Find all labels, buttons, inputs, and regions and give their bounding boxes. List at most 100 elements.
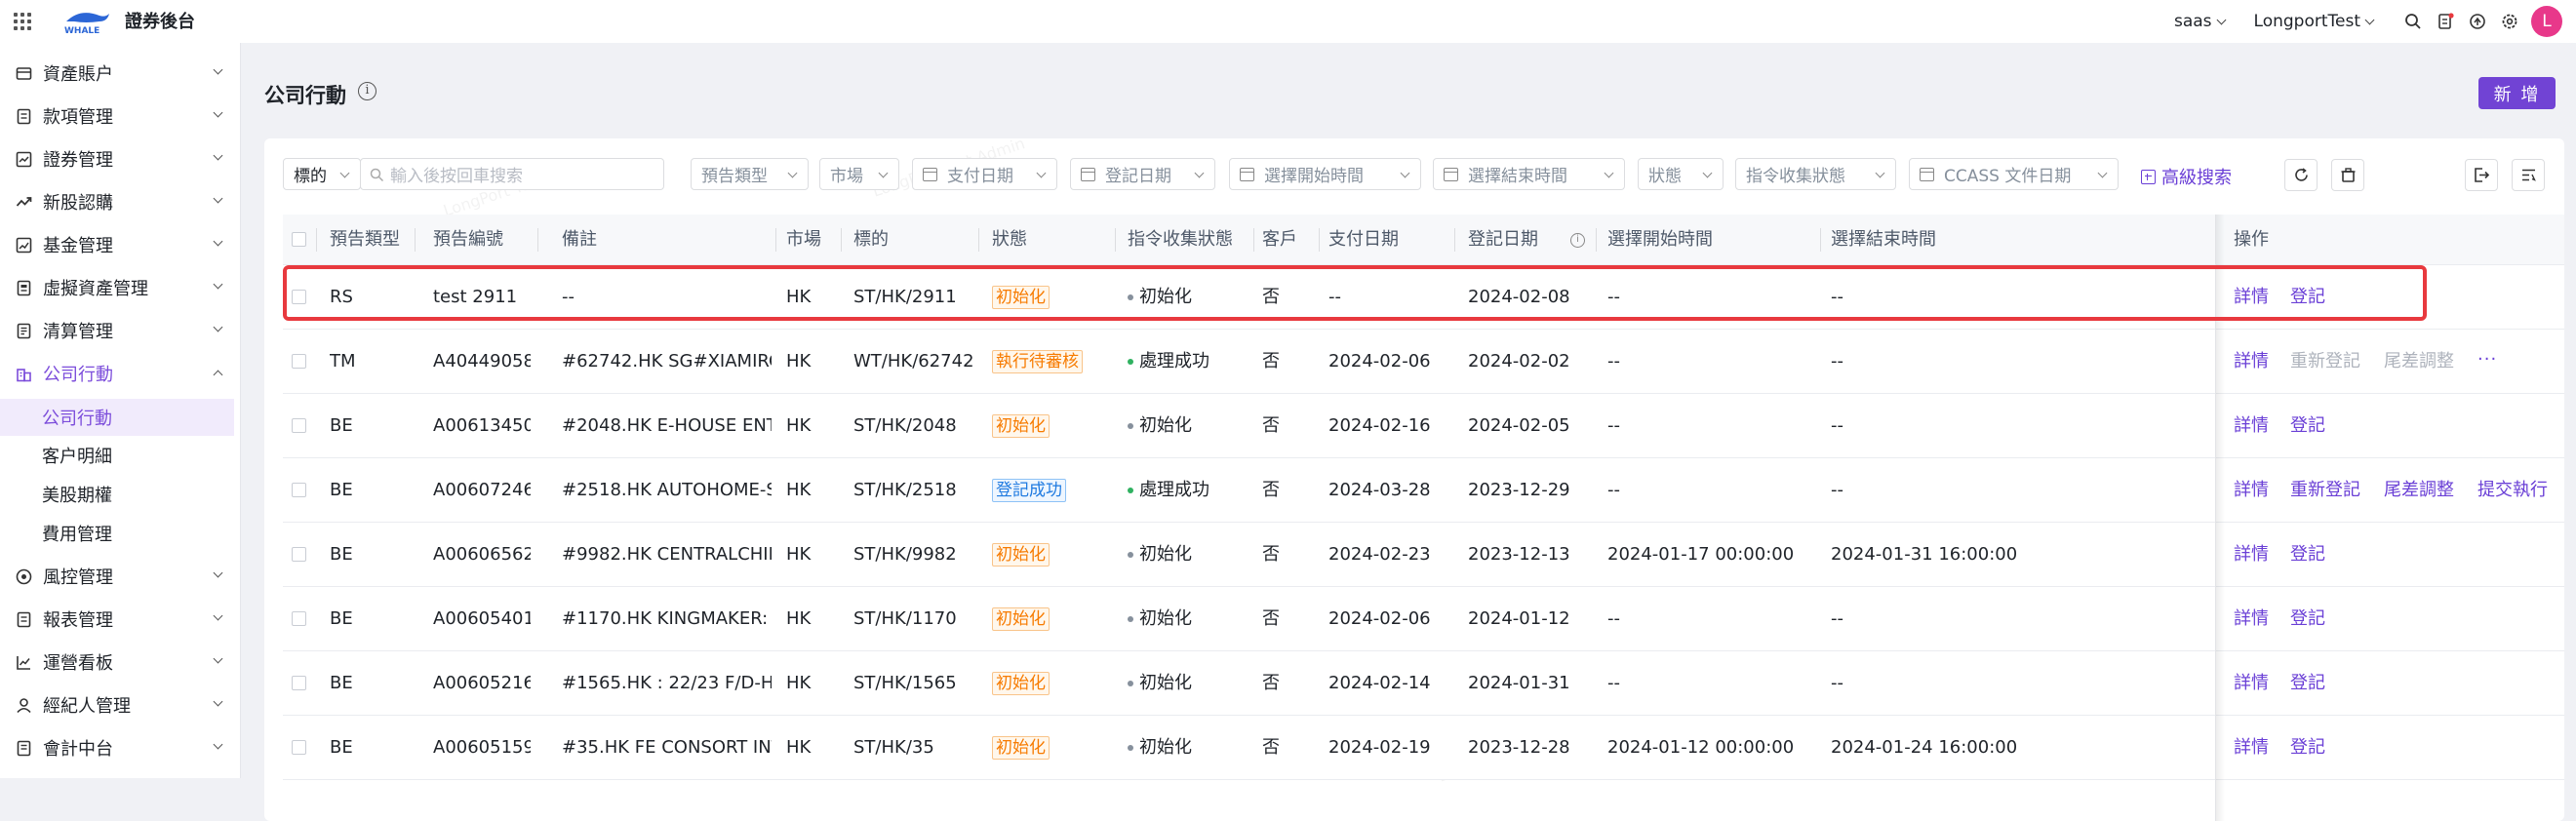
row-checkbox[interactable]: [292, 418, 306, 433]
row-action-link[interactable]: 尾差調整: [2384, 458, 2454, 523]
cell-target: ST/HK/2048: [853, 415, 957, 436]
row-action-link[interactable]: 詳情: [2234, 458, 2269, 523]
cell-market: HK: [786, 737, 812, 758]
sidebar-subitem-us-options[interactable]: 美股期權: [0, 476, 234, 513]
sidebar-item-label: 清算管理: [43, 322, 113, 342]
sidebar-item-funds[interactable]: 基金管理: [0, 225, 241, 264]
row-action-link[interactable]: 詳情: [2234, 587, 2269, 651]
choose-start-picker[interactable]: 選擇開始時間: [1229, 158, 1421, 190]
record-date-info-icon[interactable]: i: [1570, 233, 1585, 248]
cell-market: HK: [786, 544, 812, 565]
instr-status-text: 初始化: [1139, 544, 1192, 565]
search-input[interactable]: 輸入後按回車搜索: [360, 158, 664, 190]
sidebar-item-label: 資產賬户: [43, 64, 113, 85]
pay-date-picker[interactable]: 支付日期: [912, 158, 1057, 190]
row-action-link[interactable]: 重新登記: [2290, 458, 2360, 523]
cell-pay: 2024-02-06: [1328, 608, 1431, 629]
env-selector[interactable]: saas: [2174, 12, 2226, 31]
sidebar-subitem-client-details[interactable]: 客户明細: [0, 437, 234, 474]
cell-start: 2024-01-17 00:00:00: [1607, 544, 1795, 565]
add-button[interactable]: 新 增: [2478, 77, 2556, 109]
row-checkbox[interactable]: [292, 354, 306, 369]
sidebar-item-reports[interactable]: 報表管理: [0, 600, 241, 639]
settings-icon[interactable]: [2501, 13, 2518, 30]
bell-icon[interactable]: [2469, 13, 2486, 30]
sidebar-item-virtual-assets[interactable]: 虛擬資產管理: [0, 268, 241, 307]
sidebar-item-corporate-actions[interactable]: 公司行動: [0, 354, 241, 393]
market-label: 市場: [830, 167, 863, 186]
sidebar-item-brokers[interactable]: 經紀人管理: [0, 685, 241, 724]
row-action-link[interactable]: 登記: [2290, 265, 2325, 330]
search-icon[interactable]: [2404, 13, 2422, 30]
market-select[interactable]: 市場: [819, 158, 899, 190]
cell-type: BE: [330, 415, 353, 436]
row-action-link[interactable]: 詳情: [2234, 716, 2269, 780]
record-date-picker[interactable]: 登記日期: [1070, 158, 1215, 190]
sidebar-item-payments[interactable]: 款項管理: [0, 97, 241, 136]
org-selector[interactable]: LongportTest: [2254, 12, 2375, 31]
notice-type-select[interactable]: 預告類型: [691, 158, 809, 190]
columns-icon: [2522, 169, 2536, 181]
row-action-link[interactable]: 詳情: [2234, 523, 2269, 587]
row-checkbox[interactable]: [292, 676, 306, 690]
advanced-search-button[interactable]: 高級搜索: [2141, 164, 2232, 189]
cell-record: 2023-12-28: [1468, 737, 1570, 758]
target-select[interactable]: 標的: [283, 158, 361, 190]
row-checkbox[interactable]: [292, 611, 306, 626]
row-action-link: 重新登記: [2290, 351, 2360, 371]
status-select[interactable]: 狀態: [1638, 158, 1724, 190]
sidebar-item-assets[interactable]: 資產賬户: [0, 54, 241, 93]
page-title: 公司行動: [264, 84, 346, 107]
refresh-button[interactable]: [2284, 159, 2318, 191]
row-action-link[interactable]: 詳情: [2234, 265, 2269, 330]
sidebar-item-ipo[interactable]: 新股認購: [0, 182, 241, 221]
avatar[interactable]: L: [2531, 6, 2562, 37]
info-icon[interactable]: i: [358, 82, 376, 100]
row-action-link[interactable]: 登記: [2290, 523, 2325, 587]
row-action-link[interactable]: 提交執行: [2477, 458, 2548, 523]
row-action-link[interactable]: 登記: [2290, 587, 2325, 651]
sidebar-subitem-corporate-actions[interactable]: 公司行動: [0, 399, 234, 436]
col-header: 市場: [786, 229, 821, 250]
instr-status-select[interactable]: 指令收集狀態: [1735, 158, 1896, 190]
sidebar-item-risk[interactable]: 風控管理: [0, 557, 241, 596]
row-checkbox[interactable]: [292, 483, 306, 497]
status-badge: 初始化: [992, 736, 1050, 760]
cell-target: ST/HK/35: [853, 737, 934, 758]
export-button[interactable]: [2465, 159, 2498, 191]
sidebar-item-ops-dashboard[interactable]: 運營看板: [0, 643, 241, 682]
status-dot-icon: [1128, 423, 1133, 429]
select-all-checkbox[interactable]: [292, 232, 306, 247]
row-checkbox[interactable]: [292, 290, 306, 304]
cell-status: 初始化: [992, 587, 1109, 651]
row-action-link[interactable]: 詳情: [2234, 394, 2269, 458]
more-actions-icon[interactable]: ···: [2477, 330, 2497, 394]
cell-target: ST/HK/2518: [853, 480, 957, 500]
row-action-link[interactable]: 登記: [2290, 651, 2325, 716]
ccass-date-picker[interactable]: CCASS 文件日期: [1909, 158, 2119, 190]
sidebar-subitem-fees[interactable]: 費用管理: [0, 515, 234, 552]
row-action-link[interactable]: 登記: [2290, 716, 2325, 780]
col-header: 登記日期: [1468, 229, 1538, 250]
task-icon[interactable]: [2437, 13, 2454, 30]
cell-record: 2024-01-31: [1468, 673, 1570, 693]
sidebar-item-clearing[interactable]: 清算管理: [0, 311, 241, 350]
cell-market: HK: [786, 287, 812, 307]
row-action-link[interactable]: 登記: [2290, 394, 2325, 458]
row-action-link[interactable]: 詳情: [2234, 651, 2269, 716]
status-badge: 初始化: [992, 607, 1050, 631]
row-action-link[interactable]: 詳情: [2234, 330, 2269, 394]
row-checkbox[interactable]: [292, 740, 306, 755]
row-checkbox[interactable]: [292, 547, 306, 562]
fund-icon: [16, 237, 32, 253]
app-grid-icon[interactable]: [14, 13, 31, 30]
column-settings-button[interactable]: [2512, 159, 2545, 191]
sidebar-item-securities[interactable]: 證券管理: [0, 139, 241, 178]
calendar-icon: [1920, 168, 1934, 181]
choose-end-picker[interactable]: 選擇結束時間: [1433, 158, 1625, 190]
chevron-down-icon: [2216, 15, 2226, 24]
cell-start: 2024-01-12 00:00:00: [1607, 737, 1795, 758]
sidebar-item-accounting[interactable]: 會計中台: [0, 728, 241, 767]
clear-filters-button[interactable]: [2331, 159, 2364, 191]
col-header: 標的: [853, 229, 889, 250]
